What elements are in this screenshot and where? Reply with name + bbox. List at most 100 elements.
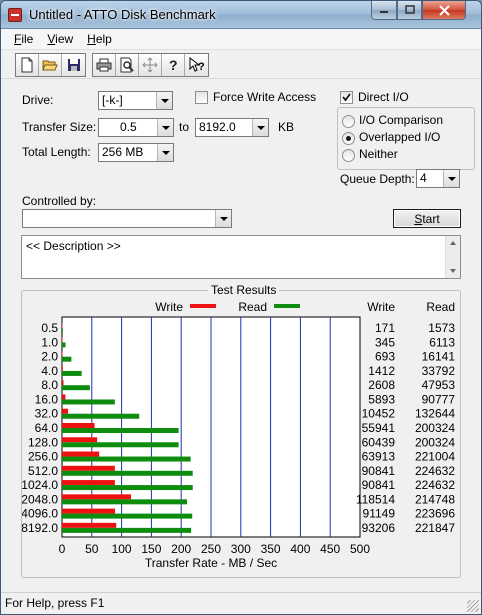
- menu-help[interactable]: Help: [80, 32, 119, 46]
- neither-label[interactable]: Neither: [359, 147, 398, 161]
- app-window: Untitled - ATTO Disk Benchmark File View…: [0, 0, 482, 615]
- read-value: 224632: [415, 478, 455, 492]
- write-value: 60439: [362, 435, 396, 449]
- x-tick-label: 350: [261, 542, 281, 556]
- legend-read-swatch: [274, 304, 300, 308]
- y-tick-label: 4.0: [41, 364, 58, 378]
- close-button[interactable]: [422, 1, 466, 20]
- read-value: 214748: [415, 492, 455, 506]
- print-preview-button[interactable]: [116, 53, 139, 76]
- read-bar: [62, 456, 191, 462]
- resize-grip-icon[interactable]: [467, 600, 479, 612]
- save-button[interactable]: [62, 53, 85, 76]
- description-text: << Description >>: [26, 239, 121, 253]
- controlled-by-dropdown-arrow[interactable]: [215, 210, 231, 227]
- write-bar: [62, 522, 117, 528]
- controlled-by-select[interactable]: [22, 209, 232, 228]
- description-field[interactable]: << Description >>: [21, 235, 461, 279]
- maximize-icon: [404, 5, 415, 14]
- results-chart: 0 50 100 150 200 250 300 350 400 450 500 Transfer R…: [22, 300, 456, 570]
- chevron-down-icon: [256, 125, 265, 130]
- x-tick-label: 150: [141, 542, 161, 556]
- print-button[interactable]: [93, 53, 116, 76]
- direct-io-checkbox[interactable]: [340, 91, 353, 104]
- chevron-down-icon: [161, 125, 170, 130]
- io-comparison-label[interactable]: I/O Comparison: [359, 113, 443, 127]
- write-value: 345: [375, 335, 395, 349]
- window-title: Untitled - ATTO Disk Benchmark: [29, 7, 216, 22]
- menu-bar: File View Help: [1, 29, 481, 50]
- new-button[interactable]: [16, 53, 39, 76]
- io-comparison-radio[interactable]: [342, 115, 355, 128]
- move-icon: [142, 57, 158, 72]
- toolbar-print-group: ? ?: [92, 52, 209, 77]
- menu-view[interactable]: View: [40, 32, 80, 46]
- read-bar: [62, 470, 193, 476]
- drive-value: [-k-]: [102, 93, 123, 107]
- y-tick-label: 16.0: [35, 392, 59, 406]
- transfer-unit-label: KB: [278, 120, 295, 134]
- move-button[interactable]: [139, 53, 162, 76]
- transfer-from-select[interactable]: 0.5: [98, 118, 174, 137]
- scroll-down-icon[interactable]: [450, 269, 456, 273]
- print-icon: [96, 58, 112, 71]
- write-value: 93206: [362, 521, 396, 535]
- queue-depth-value: 4: [420, 171, 427, 185]
- help-button[interactable]: ?: [162, 53, 185, 76]
- total-length-select[interactable]: 256 MB: [98, 143, 174, 162]
- drive-dropdown-arrow[interactable]: [156, 92, 172, 109]
- x-tick-label: 200: [171, 542, 191, 556]
- overlapped-io-radio[interactable]: [342, 132, 355, 145]
- read-value: 47953: [422, 378, 456, 392]
- read-bar: [62, 499, 187, 505]
- queue-depth-dropdown-arrow[interactable]: [443, 170, 459, 187]
- transfer-to-select[interactable]: 8192.0: [195, 118, 269, 137]
- description-scrollbar[interactable]: [445, 236, 460, 278]
- overlapped-io-label[interactable]: Overlapped I/O: [359, 130, 440, 144]
- transfer-to-value: 8192.0: [199, 120, 236, 134]
- write-bar: [62, 380, 64, 386]
- x-tick-label: 450: [320, 542, 340, 556]
- context-help-button[interactable]: ?: [185, 53, 208, 76]
- x-tick-label: 50: [85, 542, 99, 556]
- read-value: 200324: [415, 435, 455, 449]
- maximize-button[interactable]: [397, 1, 422, 20]
- neither-radio[interactable]: [342, 149, 355, 162]
- minimize-button[interactable]: [371, 1, 397, 20]
- save-icon: [67, 58, 80, 71]
- force-write-label[interactable]: Force Write Access: [213, 90, 316, 104]
- x-tick-label: 400: [290, 542, 310, 556]
- read-value: 224632: [415, 464, 455, 478]
- y-tick-label: 512.0: [28, 464, 58, 478]
- test-results-group: Test Results 0 50 100 150 200 250 300 350 400 450…: [21, 283, 461, 578]
- legend-write-label: Write: [155, 300, 183, 314]
- menu-file[interactable]: File: [7, 32, 40, 46]
- y-tick-label: 8192.0: [22, 521, 58, 535]
- queue-depth-select[interactable]: 4: [416, 169, 460, 188]
- open-button[interactable]: [39, 53, 62, 76]
- read-value: 223696: [415, 507, 455, 521]
- direct-io-label[interactable]: Direct I/O: [358, 90, 409, 104]
- x-tick-label: 0: [59, 542, 66, 556]
- read-bar: [62, 370, 82, 376]
- read-value: 90777: [422, 392, 456, 406]
- new-icon: [21, 57, 33, 72]
- x-tick-label: 100: [112, 542, 132, 556]
- chevron-down-icon: [160, 98, 169, 103]
- total-length-dropdown-arrow[interactable]: [157, 144, 173, 161]
- atto-app-icon[interactable]: [8, 8, 22, 22]
- title-bar[interactable]: Untitled - ATTO Disk Benchmark: [1, 1, 481, 29]
- scroll-up-icon[interactable]: [450, 241, 456, 245]
- y-tick-label: 2048.0: [22, 492, 58, 506]
- transfer-from-dropdown-arrow[interactable]: [157, 119, 173, 136]
- status-text: For Help, press F1: [5, 596, 105, 610]
- y-tick-label: 8.0: [41, 378, 58, 392]
- chevron-down-icon: [447, 176, 456, 181]
- transfer-to-dropdown-arrow[interactable]: [252, 119, 268, 136]
- read-value: 16141: [422, 350, 456, 364]
- status-bar: For Help, press F1: [1, 592, 481, 614]
- force-write-checkbox[interactable]: [195, 91, 208, 104]
- start-button[interactable]: Start: [393, 209, 461, 228]
- y-tick-label: 1024.0: [22, 478, 58, 492]
- drive-select[interactable]: [-k-]: [98, 91, 173, 110]
